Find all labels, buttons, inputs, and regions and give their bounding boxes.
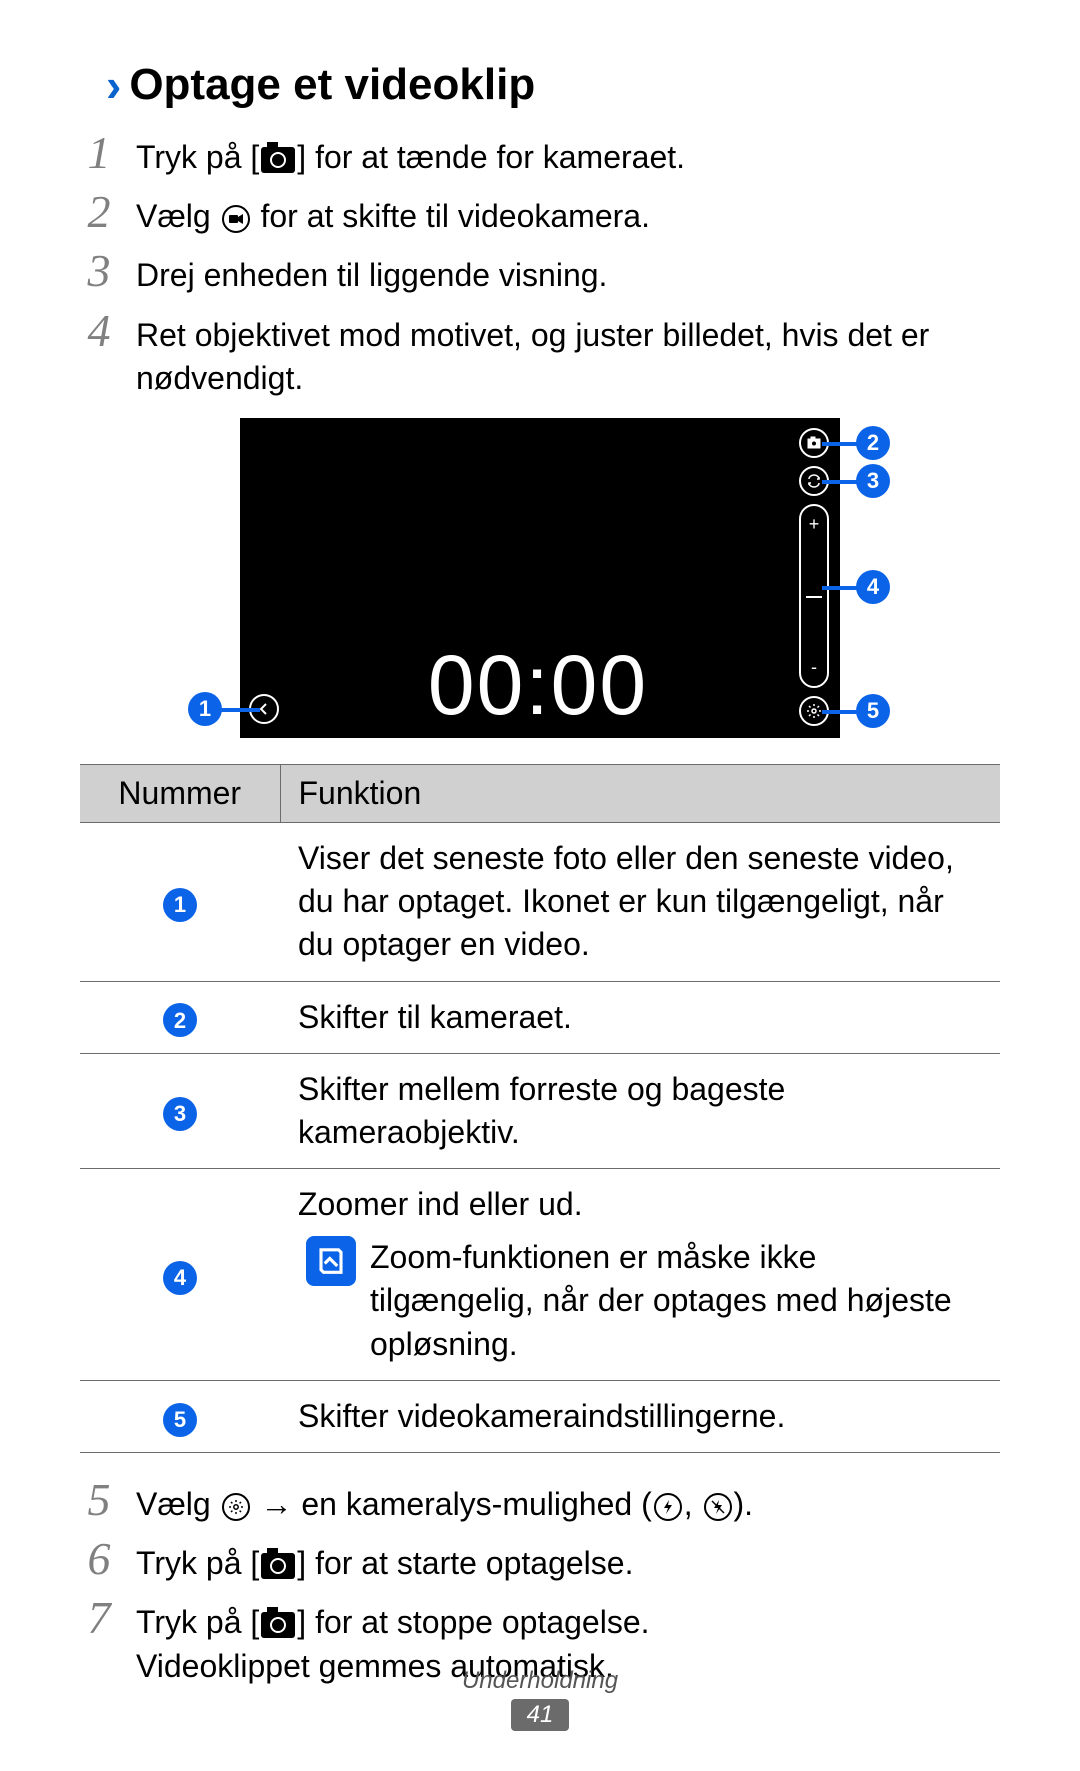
text: Zoomer ind eller ud.: [298, 1183, 982, 1226]
step-6: 6 Tryk på [ ] for at starte optagelse.: [80, 1536, 1000, 1585]
text: Tryk på [: [136, 1545, 259, 1581]
camera-key-icon: [261, 1612, 295, 1638]
section-heading: › Optage et videoklip: [106, 60, 1000, 110]
text: Tryk på [: [136, 1604, 259, 1640]
number-badge: 2: [163, 1003, 197, 1037]
zoom-divider: [806, 596, 822, 598]
step-4: 4 Ret objektivet mod motivet, og juster …: [80, 308, 1000, 400]
number-badge: 4: [163, 1261, 197, 1295]
text: ).: [734, 1486, 754, 1522]
table-row: 3 Skifter mellem forreste og bageste kam…: [80, 1053, 1000, 1168]
table-row: 5 Skifter videokameraindstillingerne.: [80, 1380, 1000, 1452]
col-header-function: Funktion: [280, 764, 1000, 822]
step-number: 2: [80, 189, 118, 235]
step-text: Vælg for at skifte til videokamera.: [136, 189, 1000, 238]
camera-key-icon: [261, 147, 295, 173]
note-text: Zoom-funktionen er måske ikke tilgængeli…: [370, 1236, 982, 1366]
number-badge: 1: [163, 888, 197, 922]
page-number: 41: [511, 1699, 570, 1731]
step-text: Drej enheden til liggende visning.: [136, 248, 1000, 297]
table-row: 2 Skifter til kameraet.: [80, 981, 1000, 1053]
col-header-number: Nummer: [80, 764, 280, 822]
callout-badge-3: 3: [856, 464, 890, 498]
step-text: Vælg → en kameralys-mulighed (, ).: [136, 1477, 1000, 1526]
text: for at skifte til videokamera.: [252, 198, 650, 234]
step-number: 3: [80, 248, 118, 294]
steps-list: 1 Tryk på [] for at tænde for kameraet. …: [80, 130, 1000, 400]
callout-badge-5: 5: [856, 694, 890, 728]
callout-badge-2: 2: [856, 426, 890, 460]
video-mode-icon: [222, 205, 250, 233]
chevron-icon: ›: [106, 62, 121, 108]
function-desc: Skifter videokameraindstillingerne.: [280, 1380, 1000, 1452]
viewfinder-right-column: + -: [788, 418, 840, 738]
step-1: 1 Tryk på [ ] for at tænde for kameraet.: [80, 130, 1000, 179]
text: Vælg: [136, 198, 220, 234]
step-2: 2 Vælg for at skifte til videokamera.: [80, 189, 1000, 238]
step-text: Tryk på [ ] for at starte optagelse.: [136, 1536, 1000, 1585]
step-number: 4: [80, 308, 118, 354]
zoom-plus-icon: +: [809, 514, 820, 535]
step-3: 3 Drej enheden til liggende visning.: [80, 248, 1000, 297]
table-row: 4 Zoomer ind eller ud. Zoom-funktionen e…: [80, 1169, 1000, 1381]
table-row: 1 Viser det seneste foto eller den senes…: [80, 822, 1000, 981]
zoom-slider: + -: [799, 504, 829, 688]
step-text: Ret objektivet mod motivet, og juster bi…: [136, 308, 1000, 400]
flash-off-icon: [704, 1493, 732, 1521]
number-badge: 5: [163, 1403, 197, 1437]
step-number: 1: [80, 130, 118, 176]
text: ] for at stoppe optagelse.: [297, 1604, 649, 1640]
callout-badge-1: 1: [188, 692, 222, 726]
function-desc: Viser det seneste foto eller den seneste…: [280, 822, 1000, 981]
viewfinder-screen: + - 00:00: [240, 418, 840, 738]
camera-viewfinder-figure: + - 00:00 1 2 3 4 5: [200, 418, 880, 738]
step-number: 7: [80, 1595, 118, 1641]
text: ,: [684, 1486, 702, 1522]
function-desc: Skifter mellem forreste og bageste kamer…: [280, 1053, 1000, 1168]
text: Tryk på [: [136, 139, 259, 175]
step-5: 5 Vælg → en kameralys-mulighed (, ).: [80, 1477, 1000, 1526]
callout-badge-4: 4: [856, 570, 890, 604]
record-timer: 00:00: [288, 637, 788, 734]
text: Vælg: [136, 1486, 220, 1522]
function-table: Nummer Funktion 1 Viser det seneste foto…: [80, 764, 1000, 1453]
zoom-minus-icon: -: [811, 657, 817, 678]
text: ] for at tænde for kameraet.: [297, 139, 685, 175]
note-icon: [306, 1236, 356, 1286]
text: ] for at starte optagelse.: [297, 1545, 633, 1581]
section-name: Underholdning: [0, 1667, 1080, 1695]
step-number: 5: [80, 1477, 118, 1523]
step-text: Tryk på [ ] for at tænde for kameraet.: [136, 130, 1000, 179]
number-badge: 3: [163, 1097, 197, 1131]
function-desc: Zoomer ind eller ud. Zoom-funktionen er …: [280, 1169, 1000, 1381]
page-footer: Underholdning 41: [0, 1667, 1080, 1731]
function-desc: Skifter til kameraet.: [280, 981, 1000, 1053]
settings-gear-icon: [222, 1493, 250, 1521]
text: → en kameralys-mulighed (: [252, 1486, 652, 1522]
flash-on-icon: [654, 1493, 682, 1521]
step-number: 6: [80, 1536, 118, 1582]
section-title: Optage et videoklip: [129, 60, 535, 110]
viewfinder-left-column: [240, 418, 288, 738]
camera-key-icon: [261, 1553, 295, 1579]
steps-list-continued: 5 Vælg → en kameralys-mulighed (, ). 6 T…: [80, 1477, 1000, 1688]
